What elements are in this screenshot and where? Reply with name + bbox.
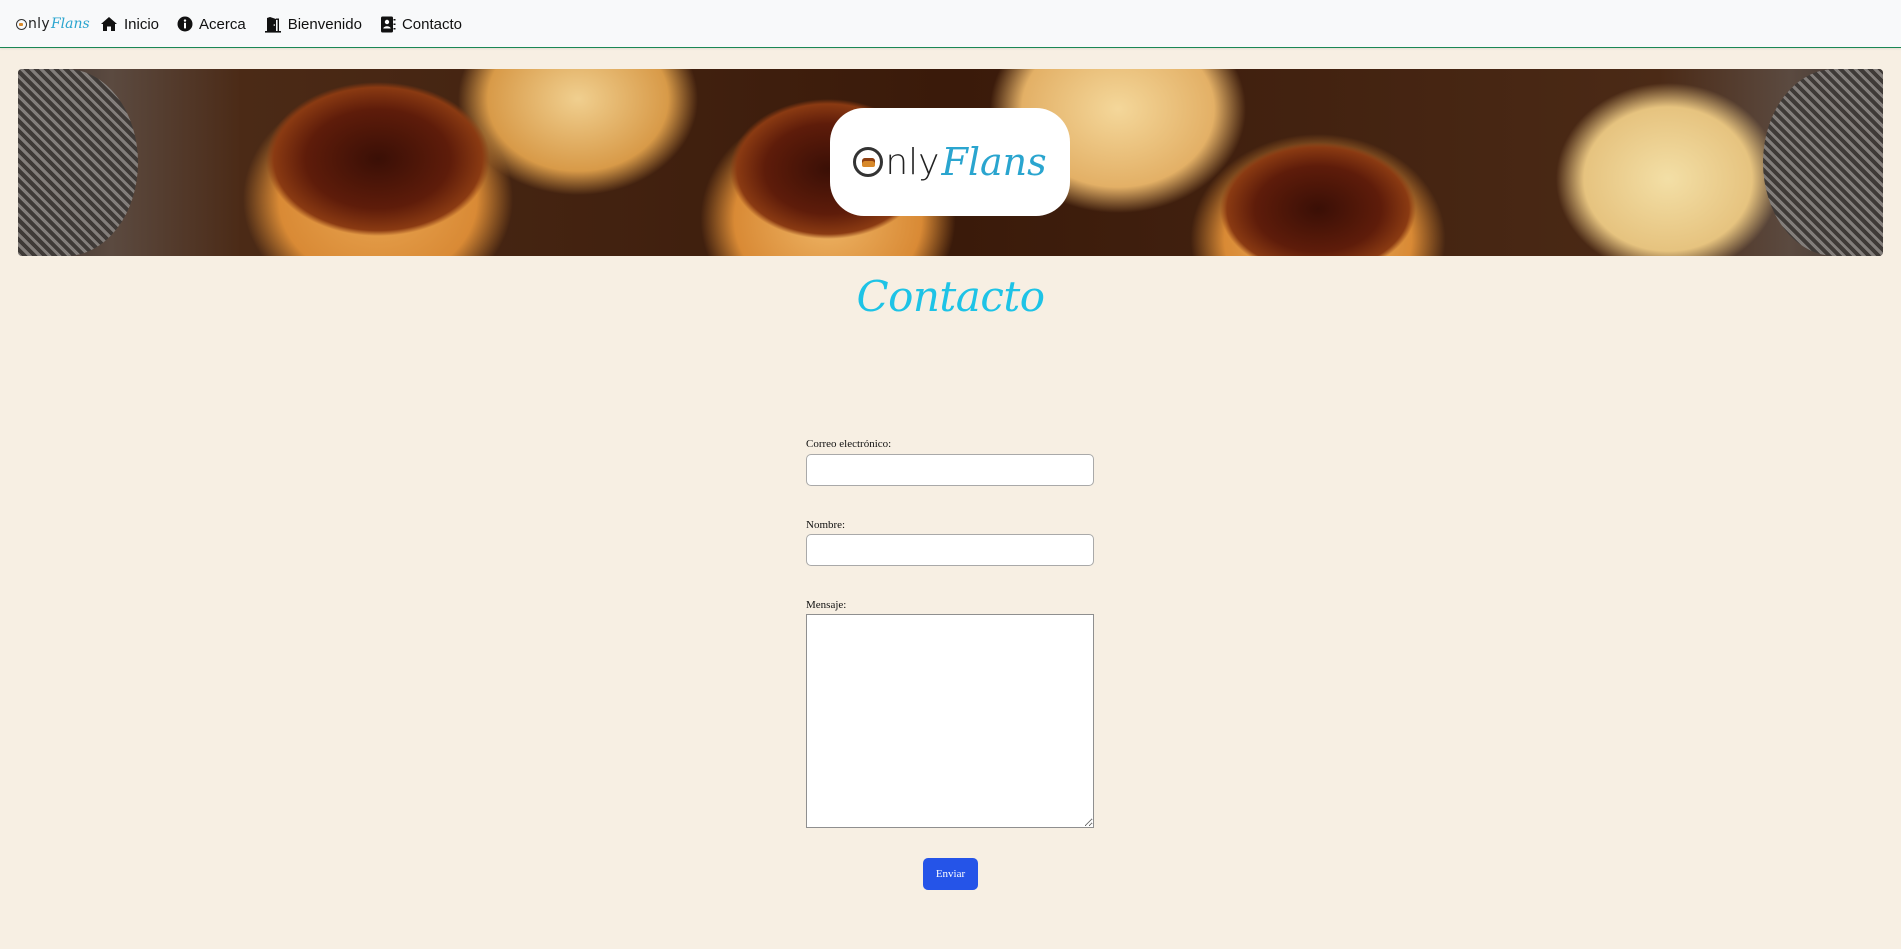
plate-rim-decoration bbox=[18, 69, 138, 256]
brand-logo-flans: Flans bbox=[50, 16, 90, 32]
name-field[interactable] bbox=[806, 534, 1094, 566]
house-icon bbox=[101, 17, 117, 31]
banner-logo: nly Flans bbox=[830, 108, 1070, 216]
banner-logo-only: nly bbox=[853, 142, 939, 183]
nav-label-bienvenido: Bienvenido bbox=[287, 15, 362, 33]
brand-logo-link[interactable]: nly Flans bbox=[16, 14, 90, 34]
contact-book-icon bbox=[380, 16, 396, 32]
brand-logo-only: nly bbox=[16, 16, 50, 32]
message-field-wrap bbox=[806, 614, 1094, 828]
banner-logo-flans: Flans bbox=[941, 140, 1047, 184]
page-title: Contacto bbox=[856, 272, 1045, 321]
info-circle-icon bbox=[177, 16, 193, 32]
name-field-wrap bbox=[806, 534, 1094, 566]
nav-link-acerca[interactable]: Acerca bbox=[177, 16, 246, 33]
flan-logo-icon bbox=[16, 18, 27, 30]
nav-link-inicio[interactable]: Inicio bbox=[100, 16, 159, 33]
plate-rim-decoration bbox=[1763, 69, 1883, 256]
nav-label-contacto: Contacto bbox=[401, 15, 462, 33]
email-field[interactable] bbox=[806, 454, 1094, 486]
name-label: Nombre: bbox=[806, 519, 846, 531]
nav-links: Inicio Acerca Bienvenido Contacto bbox=[100, 0, 480, 48]
nav-link-bienvenido[interactable]: Bienvenido bbox=[264, 16, 362, 33]
flan-logo-icon bbox=[853, 147, 884, 177]
flan-banner-image: nly Flans bbox=[18, 69, 1883, 256]
top-navbar: nly Flans Inicio Acerca Bienvenido Conta… bbox=[0, 0, 1901, 48]
message-label: Mensaje: bbox=[806, 599, 847, 611]
door-open-icon bbox=[264, 16, 281, 33]
submit-button[interactable]: Enviar bbox=[923, 858, 978, 890]
nav-label-acerca: Acerca bbox=[199, 15, 246, 33]
nav-label-inicio: Inicio bbox=[124, 15, 160, 33]
email-field-wrap bbox=[806, 454, 1094, 486]
email-label: Correo electrónico: bbox=[806, 438, 892, 450]
nav-link-contacto[interactable]: Contacto bbox=[380, 16, 462, 33]
message-textarea[interactable] bbox=[806, 614, 1094, 828]
